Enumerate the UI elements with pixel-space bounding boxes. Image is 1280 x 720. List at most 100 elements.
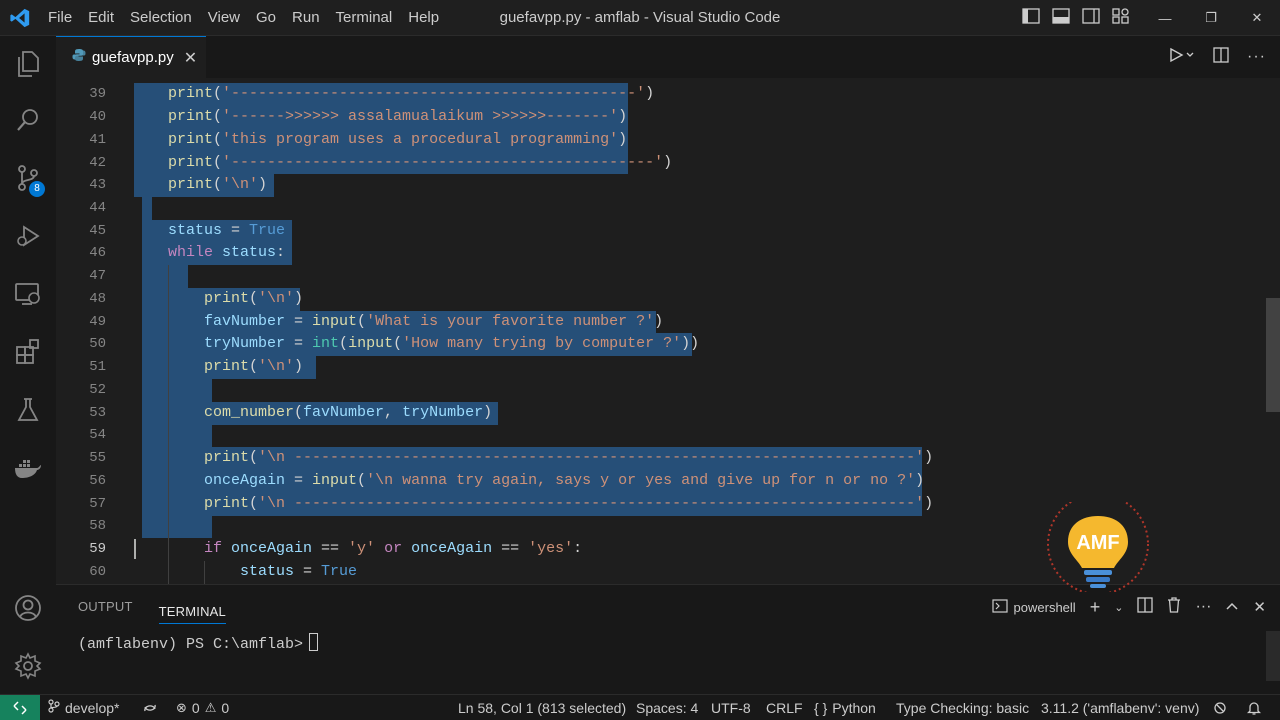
type-checking-status[interactable]: Type Checking: basic [896, 695, 1029, 720]
close-window-icon[interactable]: ✕ [1234, 0, 1280, 36]
toggle-panel-icon[interactable] [1052, 7, 1070, 29]
minimize-icon[interactable]: — [1142, 0, 1188, 36]
menu-go[interactable]: Go [248, 4, 284, 32]
menu-file[interactable]: File [40, 4, 80, 32]
code-token: ) [483, 404, 493, 421]
line-number: 49 [89, 314, 106, 330]
tab-output[interactable]: OUTPUT [78, 585, 133, 629]
code-token: '---------------------------------------… [222, 154, 664, 171]
terminal-output[interactable]: (amflabenv) PS C:\amflab> [78, 633, 319, 653]
run-debug-icon[interactable] [0, 212, 56, 260]
branch-name: develop* [65, 700, 120, 716]
language-status[interactable]: { } Python [814, 695, 876, 720]
explorer-icon[interactable] [0, 40, 56, 88]
source-control-icon[interactable]: 8 [0, 154, 56, 202]
code-token: ( [213, 85, 223, 102]
code-token: onceAgain [222, 540, 313, 557]
menu-edit[interactable]: Edit [80, 4, 122, 32]
restore-icon[interactable]: ❐ [1188, 0, 1234, 36]
code-token: print [168, 108, 214, 125]
vscode-logo-icon [0, 0, 40, 36]
chevron-down-icon[interactable]: ⌄ [1114, 601, 1123, 614]
remote-indicator-icon[interactable] [0, 695, 40, 720]
language-label: Python [832, 700, 876, 716]
warning-icon: ⚠ [204, 700, 217, 715]
code-token: status [168, 222, 223, 239]
line-number-gutter: 39 40 41 42 43 44 45 46 47 48 49 50 51 5… [56, 78, 106, 584]
code-token: 'How many trying by computer ?' [402, 335, 682, 352]
tab-label: guefavpp.py [92, 49, 174, 66]
editor-tab-bar: guefavpp.py ✕ ··· [56, 36, 1280, 78]
sync-icon[interactable] [142, 695, 158, 720]
interpreter-status[interactable]: 3.11.2 ('amflabenv': venv) [1041, 695, 1199, 720]
toggle-secondary-sidebar-icon[interactable] [1082, 7, 1100, 29]
menu-run[interactable]: Run [284, 4, 328, 32]
new-terminal-icon[interactable]: + [1090, 597, 1101, 618]
editor-scrollbar[interactable] [1266, 298, 1280, 412]
line-number: 55 [89, 450, 106, 466]
braces-icon: { } [814, 700, 828, 716]
tab-terminal[interactable]: TERMINAL [158, 590, 226, 624]
error-icon: ⊗ [176, 700, 187, 715]
menu-selection[interactable]: Selection [122, 4, 200, 32]
trash-icon[interactable] [1167, 596, 1181, 618]
split-editor-icon[interactable] [1213, 46, 1229, 68]
line-number: 52 [89, 382, 106, 398]
code-token: favNumber [303, 404, 385, 421]
line-number: 41 [89, 132, 106, 148]
code-line-60: status = True [240, 561, 357, 584]
notifications-bell-icon[interactable] [1247, 695, 1261, 720]
code-token: '\n wanna try again, says y or yes and g… [366, 472, 916, 489]
customize-layout-icon[interactable] [1112, 7, 1130, 29]
code-token: ( [339, 335, 349, 352]
tab-guefavpp[interactable]: guefavpp.py ✕ [56, 36, 206, 78]
maximize-panel-icon[interactable] [1225, 598, 1239, 616]
toggle-primary-sidebar-icon[interactable] [1022, 7, 1040, 29]
split-terminal-icon[interactable] [1137, 596, 1154, 618]
remote-explorer-icon[interactable] [0, 270, 56, 318]
cursor-position[interactable]: Ln 58, Col 1 (813 selected) [458, 695, 626, 720]
code-token: )) [681, 335, 700, 352]
menu-help[interactable]: Help [400, 4, 447, 32]
close-tab-icon[interactable]: ✕ [184, 48, 197, 68]
branch-status[interactable]: develop* [48, 695, 120, 720]
encoding-status[interactable]: UTF-8 [711, 695, 751, 720]
selection-highlight [142, 424, 212, 447]
indentation-status[interactable]: Spaces: 4 [636, 695, 698, 720]
code-token: print [204, 290, 250, 307]
close-panel-icon[interactable]: ✕ [1253, 598, 1266, 616]
problems-status[interactable]: ⊗ 0 ⚠ 0 [176, 695, 229, 720]
code-line-56: onceAgain = input('\n wanna try again, s… [204, 470, 924, 493]
status-bar: develop* ⊗ 0 ⚠ 0 Ln 58, Col 1 (813 selec… [0, 694, 1280, 720]
more-actions-icon[interactable]: ··· [1247, 48, 1266, 66]
terminal-scrollbar[interactable] [1266, 631, 1280, 681]
testing-icon[interactable] [0, 386, 56, 434]
line-number: 56 [89, 473, 106, 489]
extensions-icon[interactable] [0, 328, 56, 376]
code-token: int [312, 335, 340, 352]
account-feedback-icon[interactable] [1213, 695, 1227, 720]
code-token: ( [249, 449, 259, 466]
terminal-profile[interactable]: powershell [991, 598, 1076, 616]
menu-terminal[interactable]: Terminal [328, 4, 401, 32]
warning-count: 0 [221, 700, 230, 716]
docker-icon[interactable] [0, 444, 56, 492]
code-token: ) [915, 472, 925, 489]
code-token: , [384, 404, 403, 421]
code-token: : [573, 540, 583, 557]
more-actions-icon[interactable]: ··· [1195, 598, 1211, 616]
menu-view[interactable]: View [200, 4, 248, 32]
manage-gear-icon[interactable] [0, 642, 56, 690]
code-token: status [213, 244, 277, 261]
code-token: True [249, 222, 286, 239]
editor-actions: ··· [1169, 36, 1280, 78]
line-number: 57 [89, 496, 106, 512]
run-python-file-icon[interactable] [1169, 47, 1195, 68]
search-icon[interactable] [0, 96, 56, 144]
code-token: = [285, 313, 313, 330]
code-line-39: print('---------------------------------… [168, 83, 654, 106]
eol-status[interactable]: CRLF [766, 695, 803, 720]
accounts-icon[interactable] [0, 584, 56, 632]
amf-logo-text: AMF [1076, 532, 1120, 554]
code-token: ) [258, 176, 268, 193]
